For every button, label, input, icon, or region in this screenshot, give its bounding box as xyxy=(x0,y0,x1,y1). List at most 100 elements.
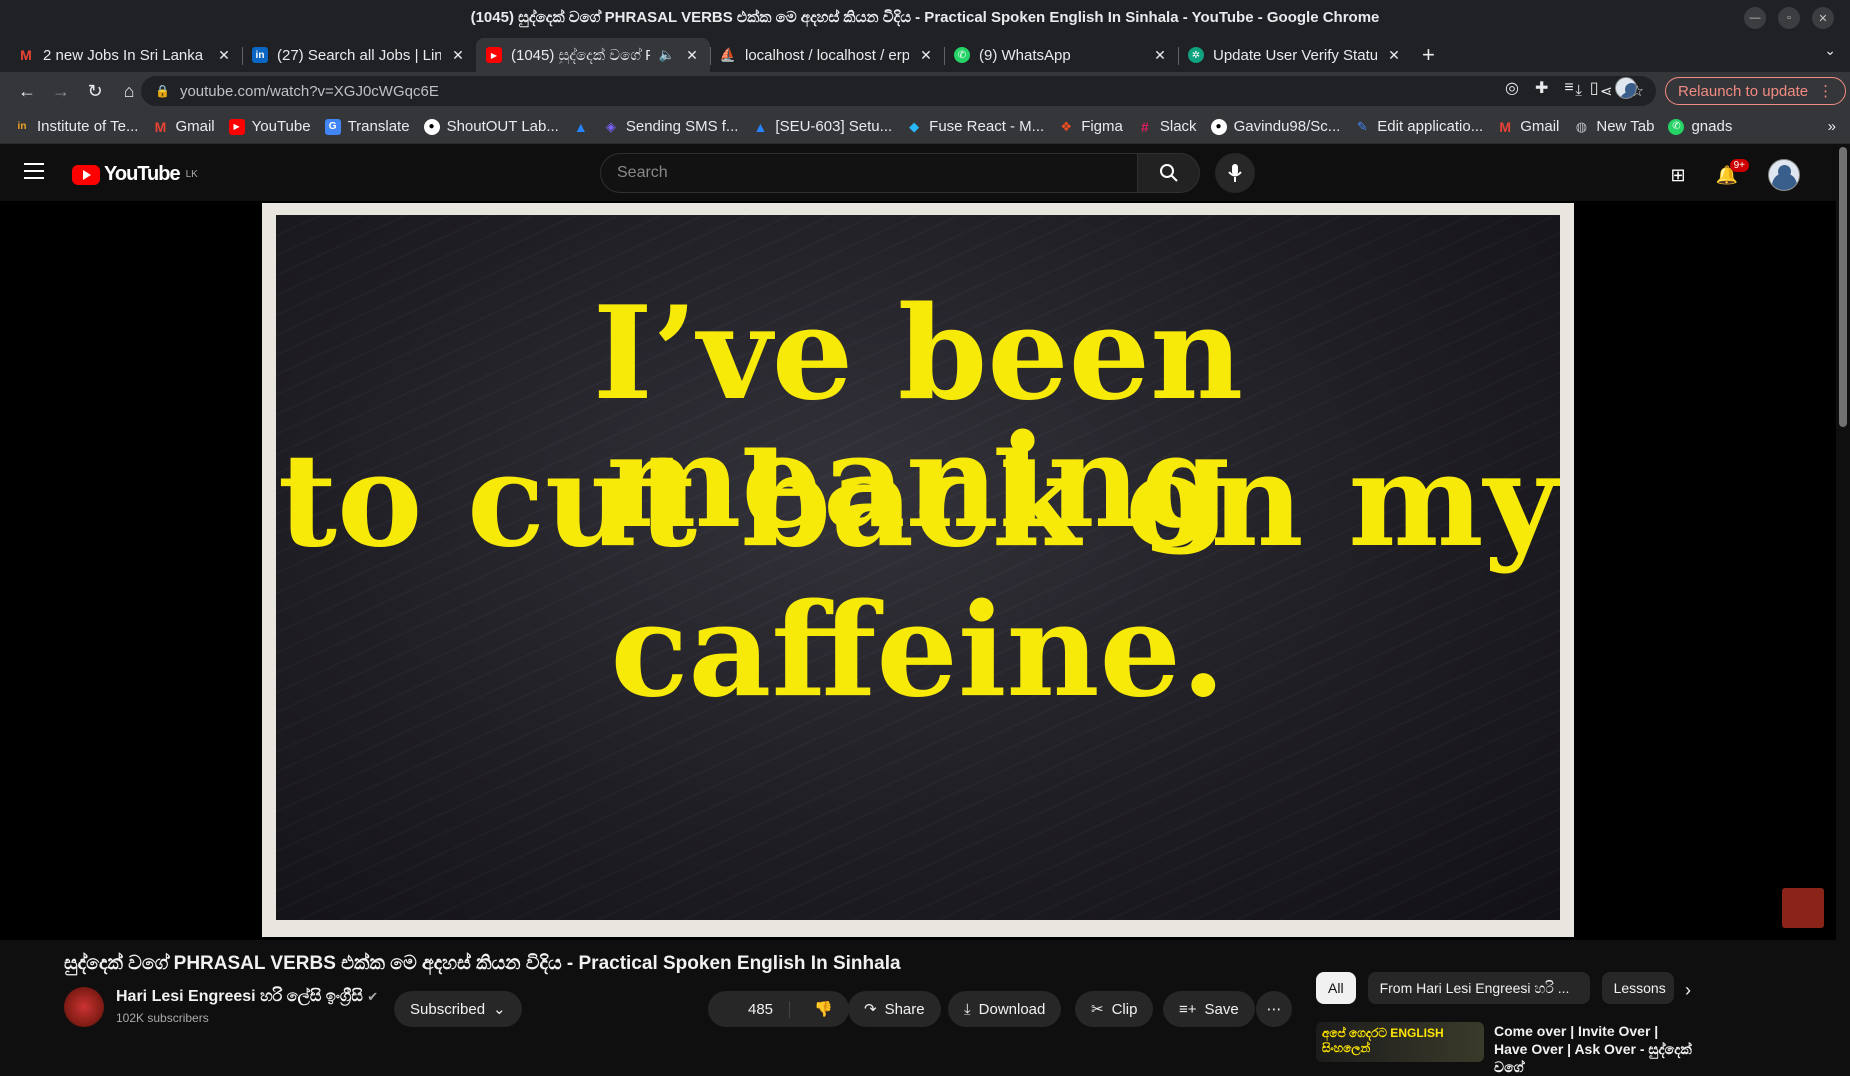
bookmark-item[interactable]: ◍ New Tab xyxy=(1573,118,1655,135)
bookmark-label: Gavindu98/Sc... xyxy=(1233,118,1341,135)
page-scrollbar[interactable] xyxy=(1836,145,1850,1053)
bookmark-item[interactable]: ● Gavindu98/Sc... xyxy=(1210,118,1341,135)
verified-icon: ✔ xyxy=(367,989,379,1004)
account-avatar[interactable] xyxy=(1768,159,1800,191)
chip-from-channel[interactable]: From Hari Lesi Engreesi හරි ... xyxy=(1367,972,1590,1004)
search-placeholder: Search xyxy=(617,164,668,181)
tab-search-icon[interactable]: ⌄ xyxy=(1824,42,1836,59)
channel-name[interactable]: Hari Lesi Engreesi හරි ලේසි ඉංග්‍රීසි ✔ xyxy=(116,988,378,1006)
scrollbar-thumb[interactable] xyxy=(1839,147,1847,427)
back-icon[interactable]: ← xyxy=(12,76,42,106)
tab-phpmyadmin[interactable]: ⛵ localhost / localhost / erp ✕ xyxy=(710,38,944,72)
extension-icon[interactable]: ◎ xyxy=(1505,78,1519,98)
tab-whatsapp[interactable]: ✆ (9) WhatsApp ✕ xyxy=(944,38,1178,72)
audio-playing-icon[interactable]: 🔈 xyxy=(659,47,675,63)
tab-linkedin[interactable]: in (27) Search all Jobs | LinkedIn ✕ xyxy=(242,38,476,72)
recommended-title[interactable]: Come over | Invite Over | Have Over | As… xyxy=(1494,1022,1694,1076)
more-actions-button[interactable]: ⋯ xyxy=(1256,991,1292,1027)
channel-watermark[interactable] xyxy=(1782,888,1824,928)
save-button[interactable]: ≡+ Save xyxy=(1163,991,1255,1027)
bookmark-item[interactable]: ◈ Sending SMS f... xyxy=(603,118,739,135)
minimize-icon[interactable]: — xyxy=(1744,7,1766,29)
bookmark-item[interactable]: ✆ gnads xyxy=(1668,118,1732,135)
gmail-icon: M xyxy=(1499,118,1512,135)
search-icon xyxy=(1159,164,1178,182)
bookmark-item[interactable]: # Slack xyxy=(1137,118,1197,135)
puzzle-icon[interactable]: ✚ xyxy=(1535,78,1548,98)
chip-lessons[interactable]: Lessons xyxy=(1601,972,1674,1004)
create-video-icon[interactable]: ⊞ xyxy=(1670,165,1685,186)
translate-icon: G xyxy=(324,118,341,135)
home-icon[interactable]: ⌂ xyxy=(114,76,144,106)
bookmark-item[interactable]: G Translate xyxy=(324,118,410,135)
video-player[interactable]: I’ve been meaning to cut back on my caff… xyxy=(0,201,1850,940)
url-text: youtube.com/watch?v=XGJ0cWGqc6E xyxy=(179,82,439,100)
subscriber-count: 102K subscribers xyxy=(116,1011,209,1025)
chalkboard: I’ve been meaning to cut back on my caff… xyxy=(276,215,1560,920)
bookmark-item[interactable]: ❖ Figma xyxy=(1058,118,1123,135)
recommended-thumbnail[interactable]: අපේ ගෙදරට ENGLISH සිංහලෙන් xyxy=(1316,1022,1484,1062)
dislike-icon[interactable]: 👎 xyxy=(798,1000,849,1018)
whatsapp-icon: ✆ xyxy=(1668,118,1685,135)
tab-chatgpt[interactable]: ✲ Update User Verify Status ✕ xyxy=(1178,38,1412,72)
github-icon: ● xyxy=(1210,118,1227,135)
subscribed-label: Subscribed xyxy=(410,1000,486,1018)
close-tab-icon[interactable]: ✕ xyxy=(450,47,466,64)
gmail-icon: M xyxy=(154,118,167,135)
bookmark-item[interactable]: ✎ Edit applicatio... xyxy=(1354,118,1483,135)
bookmarks-bar: in Institute of Te... M Gmail ▶ YouTube G Tr… xyxy=(0,110,1850,144)
reload-icon[interactable]: ↻ xyxy=(80,76,110,106)
close-tab-icon[interactable]: ✕ xyxy=(1386,47,1402,64)
forward-icon[interactable]: → xyxy=(46,76,76,106)
media-control-icon[interactable]: ≡ xyxy=(1564,79,1573,97)
channel-avatar[interactable] xyxy=(64,987,104,1027)
youtube-logo[interactable]: YouTube LK xyxy=(72,163,198,186)
chip-all[interactable]: All xyxy=(1316,972,1356,1004)
side-panel-icon[interactable]: ▯ xyxy=(1590,78,1599,98)
lock-icon[interactable]: 🔒 xyxy=(155,84,170,98)
like-button[interactable]: 485 xyxy=(708,1000,791,1018)
tab-label: (1045) සුද්දෙක් වගේ PH xyxy=(511,46,650,64)
bookmark-item[interactable]: in Institute of Te... xyxy=(14,118,139,135)
share-button[interactable]: ↷ Share xyxy=(848,991,941,1027)
bookmark-item[interactable]: ▲ [SEU-603] Setu... xyxy=(752,118,892,135)
video-details: සුද්දෙක් වගේ PHRASAL VERBS එක්ක මෙ අදහස්… xyxy=(0,940,1850,1075)
profile-avatar[interactable] xyxy=(1614,77,1637,99)
search-button[interactable] xyxy=(1137,153,1200,193)
bookmark-item[interactable]: ▶ YouTube xyxy=(228,118,311,135)
bookmark-item[interactable]: M Gmail xyxy=(152,118,215,135)
close-tab-icon[interactable]: ✕ xyxy=(684,47,700,64)
phpmyadmin-icon: ⛵ xyxy=(719,47,737,62)
bookmark-item[interactable]: ◆ Fuse React - M... xyxy=(906,118,1044,135)
close-tab-icon[interactable]: ✕ xyxy=(216,47,232,64)
relaunch-button[interactable]: Relaunch to update ⋮ xyxy=(1665,77,1847,105)
new-tab-button[interactable]: + xyxy=(1422,38,1435,72)
close-window-icon[interactable]: ✕ xyxy=(1812,7,1834,29)
address-bar[interactable]: 🔒 youtube.com/watch?v=XGJ0cWGqc6E ⤓ ⋖ ☆ xyxy=(141,76,1656,106)
search-input[interactable]: Search xyxy=(600,153,1138,193)
share-label: Share xyxy=(884,1000,925,1018)
bookmarks-overflow-icon[interactable]: » xyxy=(1828,118,1836,135)
bookmark-item[interactable]: ▲ xyxy=(573,119,589,135)
maximize-icon[interactable]: ▫ xyxy=(1778,7,1800,29)
chevron-right-icon[interactable]: › xyxy=(1685,980,1691,1001)
menu-icon[interactable] xyxy=(24,163,44,184)
notifications-icon[interactable]: 🔔 9+ xyxy=(1716,158,1749,186)
window-titlebar: (1045) සුද්දෙක් වගේ PHRASAL VERBS එක්ක ම… xyxy=(0,0,1850,34)
relaunch-label: Relaunch to update xyxy=(1678,82,1809,100)
chevron-down-icon: ⌄ xyxy=(493,1001,506,1018)
bookmark-label: gnads xyxy=(1691,118,1733,135)
recommended-video[interactable]: අපේ ගෙදරට ENGLISH සිංහලෙන් Come over | I… xyxy=(1316,1022,1694,1076)
more-vert-icon: ⋮ xyxy=(1818,83,1834,100)
bookmark-item[interactable]: M Gmail xyxy=(1497,118,1559,135)
video-caption-line: to cut back on my xyxy=(277,426,1559,576)
close-tab-icon[interactable]: ✕ xyxy=(1152,47,1168,64)
close-tab-icon[interactable]: ✕ xyxy=(918,47,934,64)
clip-button[interactable]: ✂ Clip xyxy=(1075,991,1154,1027)
download-button[interactable]: ⤓ Download xyxy=(948,991,1062,1027)
voice-search-button[interactable] xyxy=(1215,153,1255,193)
tab-gmail-jobs[interactable]: M 2 new Jobs In Sri Lanka - p ✕ xyxy=(8,38,242,72)
tab-youtube-active[interactable]: ▶ (1045) සුද්දෙක් වගේ PH 🔈 ✕ xyxy=(476,38,710,72)
bookmark-item[interactable]: ● ShoutOUT Lab... xyxy=(423,118,559,135)
subscribed-button[interactable]: Subscribed ⌄ xyxy=(394,991,522,1027)
